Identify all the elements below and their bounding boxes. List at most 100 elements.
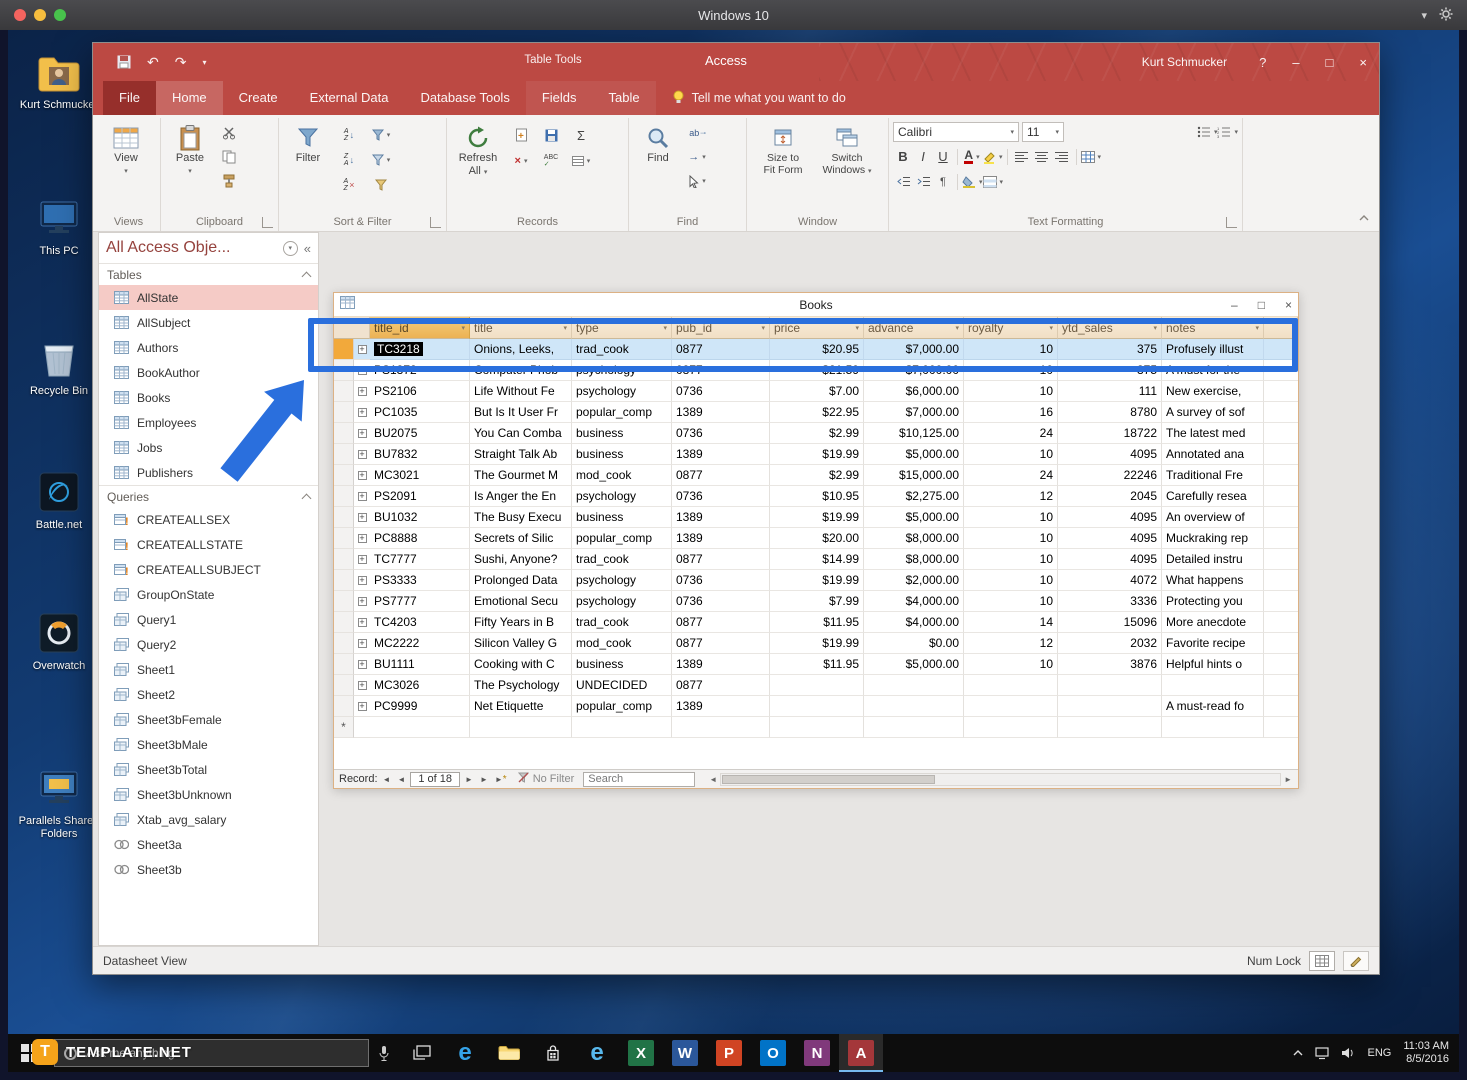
table-row[interactable]: +PS3333Prolonged Datapsychology0736$19.9… — [334, 570, 1298, 591]
sort-filter-caret-icon[interactable]: ▾ — [1153, 324, 1157, 332]
cell-title[interactable]: Silicon Valley G — [470, 633, 572, 654]
cell-ytd_sales[interactable] — [1058, 675, 1162, 696]
cell-price[interactable]: $20.95 — [770, 339, 864, 360]
column-header-royalty[interactable]: royalty▾ — [964, 317, 1058, 339]
volume-icon[interactable] — [1341, 1047, 1355, 1059]
tab-home[interactable]: Home — [156, 81, 223, 115]
new-record-row[interactable]: * — [334, 717, 1298, 738]
nav-item-allstate[interactable]: AllState — [99, 285, 318, 310]
cell-notes[interactable]: Carefully resea — [1162, 486, 1264, 507]
cell-royalty[interactable]: 10 — [964, 507, 1058, 528]
cell-advance[interactable]: $15,000.00 — [864, 465, 964, 486]
scroll-left-icon[interactable]: ◄ — [706, 775, 720, 784]
align-left-button[interactable] — [1012, 147, 1032, 167]
cell-title_id[interactable]: BU1032 — [370, 507, 470, 528]
cell-pub_id[interactable]: 0877 — [672, 360, 770, 381]
filter-indicator[interactable]: No Filter — [518, 772, 575, 786]
cell-notes[interactable]: Detailed instru — [1162, 549, 1264, 570]
cell-type[interactable]: business — [572, 444, 672, 465]
cell-price[interactable]: $19.99 — [770, 507, 864, 528]
cell-type[interactable]: psychology — [572, 570, 672, 591]
cell-price[interactable]: $21.59 — [770, 360, 864, 381]
expand-record-button[interactable]: + — [354, 402, 370, 423]
cell-type[interactable]: psychology — [572, 591, 672, 612]
advanced-filter-button[interactable]: ▾ — [371, 150, 391, 170]
nav-item-sheet1[interactable]: Sheet1 — [99, 657, 318, 682]
tab-table[interactable]: Table — [593, 81, 656, 115]
cell-ytd_sales[interactable]: 22246 — [1058, 465, 1162, 486]
cell-ytd_sales[interactable]: 8780 — [1058, 402, 1162, 423]
cell-royalty[interactable]: 24 — [964, 465, 1058, 486]
cell-notes[interactable]: Profusely illust — [1162, 339, 1264, 360]
column-header-advance[interactable]: advance▾ — [864, 317, 964, 339]
tell-me-box[interactable]: Tell me what you want to do — [672, 81, 846, 115]
record-selector[interactable] — [334, 570, 354, 591]
expand-record-button[interactable]: + — [354, 360, 370, 381]
cell-pub_id[interactable]: 0736 — [672, 381, 770, 402]
copy-button[interactable] — [219, 147, 239, 167]
cell-price[interactable]: $10.95 — [770, 486, 864, 507]
cell-ytd_sales[interactable]: 4095 — [1058, 507, 1162, 528]
desktop-icon-user-folder[interactable]: Kurt Schmucker — [18, 52, 100, 112]
restore-button[interactable]: □ — [1326, 55, 1334, 70]
tab-fields[interactable]: Fields — [526, 81, 593, 115]
column-header-price[interactable]: price▾ — [770, 317, 864, 339]
increase-indent-button[interactable] — [913, 172, 933, 192]
sort-descending-button[interactable]: ZA↓ — [339, 150, 359, 170]
excel-taskbar-icon[interactable]: X — [619, 1034, 663, 1072]
highlight-color-button[interactable]: ▾ — [982, 147, 1003, 167]
cell-pub_id[interactable]: 0877 — [672, 612, 770, 633]
nav-item-employees[interactable]: Employees — [99, 410, 318, 435]
bold-button[interactable]: B — [893, 147, 913, 167]
table-row[interactable]: +TC3218Onions, Leeks,trad_cook0877$20.95… — [334, 339, 1298, 360]
cell-price[interactable]: $2.99 — [770, 423, 864, 444]
cell-notes[interactable]: What happens — [1162, 570, 1264, 591]
record-selector[interactable] — [334, 633, 354, 654]
nav-item-xtab_avg_salary[interactable]: Xtab_avg_salary — [99, 807, 318, 832]
nav-item-createallsubject[interactable]: !CREATEALLSUBJECT — [99, 557, 318, 582]
record-selector[interactable] — [334, 339, 354, 360]
cell-price[interactable]: $2.99 — [770, 465, 864, 486]
nav-pane-menu-caret-icon[interactable]: ▾ — [283, 241, 298, 256]
record-selector[interactable] — [334, 423, 354, 444]
cell-notes[interactable]: A survey of sof — [1162, 402, 1264, 423]
column-header-title[interactable]: title▾ — [470, 317, 572, 339]
design-view-button[interactable] — [1343, 951, 1369, 971]
cell-price[interactable]: $14.99 — [770, 549, 864, 570]
word-taskbar-icon[interactable]: W — [663, 1034, 707, 1072]
cell-advance[interactable]: $6,000.00 — [864, 381, 964, 402]
expand-record-button[interactable]: + — [354, 444, 370, 465]
record-selector[interactable] — [334, 402, 354, 423]
expand-record-button[interactable]: + — [354, 591, 370, 612]
cell-notes[interactable]: Traditional Fre — [1162, 465, 1264, 486]
table-row[interactable]: +MC3026The PsychologyUNDECIDED0877 — [334, 675, 1298, 696]
refresh-all-button[interactable]: Refresh All ▾ — [451, 119, 505, 179]
cell-notes[interactable]: More anecdote — [1162, 612, 1264, 633]
desktop-icon-this-pc[interactable]: This PC — [18, 198, 100, 258]
table-row[interactable]: +TC4203Fifty Years in Btrad_cook0877$11.… — [334, 612, 1298, 633]
paste-button[interactable]: Paste ▾ — [165, 119, 215, 178]
cell-title[interactable]: Life Without Fe — [470, 381, 572, 402]
expand-record-button[interactable]: + — [354, 654, 370, 675]
cell-price[interactable]: $7.99 — [770, 591, 864, 612]
scrollbar-track[interactable] — [720, 773, 1281, 786]
cell-type[interactable]: trad_cook — [572, 549, 672, 570]
cell-notes[interactable]: A must for the — [1162, 360, 1264, 381]
cell-royalty[interactable]: 10 — [964, 549, 1058, 570]
record-selector[interactable] — [334, 528, 354, 549]
cut-button[interactable] — [219, 123, 239, 143]
cell-ytd_sales[interactable]: 375 — [1058, 339, 1162, 360]
cell-advance[interactable]: $7,000.00 — [864, 339, 964, 360]
column-header-type[interactable]: type▾ — [572, 317, 672, 339]
cell-ytd_sales[interactable] — [1058, 696, 1162, 717]
cell-ytd_sales[interactable]: 111 — [1058, 381, 1162, 402]
cell-type[interactable]: mod_cook — [572, 633, 672, 654]
cell-price[interactable] — [770, 675, 864, 696]
table-row[interactable]: +MC3021The Gourmet Mmod_cook0877$2.99$15… — [334, 465, 1298, 486]
cell-type[interactable]: psychology — [572, 360, 672, 381]
cell-advance[interactable]: $4,000.00 — [864, 591, 964, 612]
cell-ytd_sales[interactable]: 2032 — [1058, 633, 1162, 654]
cell-advance[interactable]: $7,000.00 — [864, 360, 964, 381]
cell-type[interactable]: UNDECIDED — [572, 675, 672, 696]
cell-title_id[interactable]: TC7777 — [370, 549, 470, 570]
